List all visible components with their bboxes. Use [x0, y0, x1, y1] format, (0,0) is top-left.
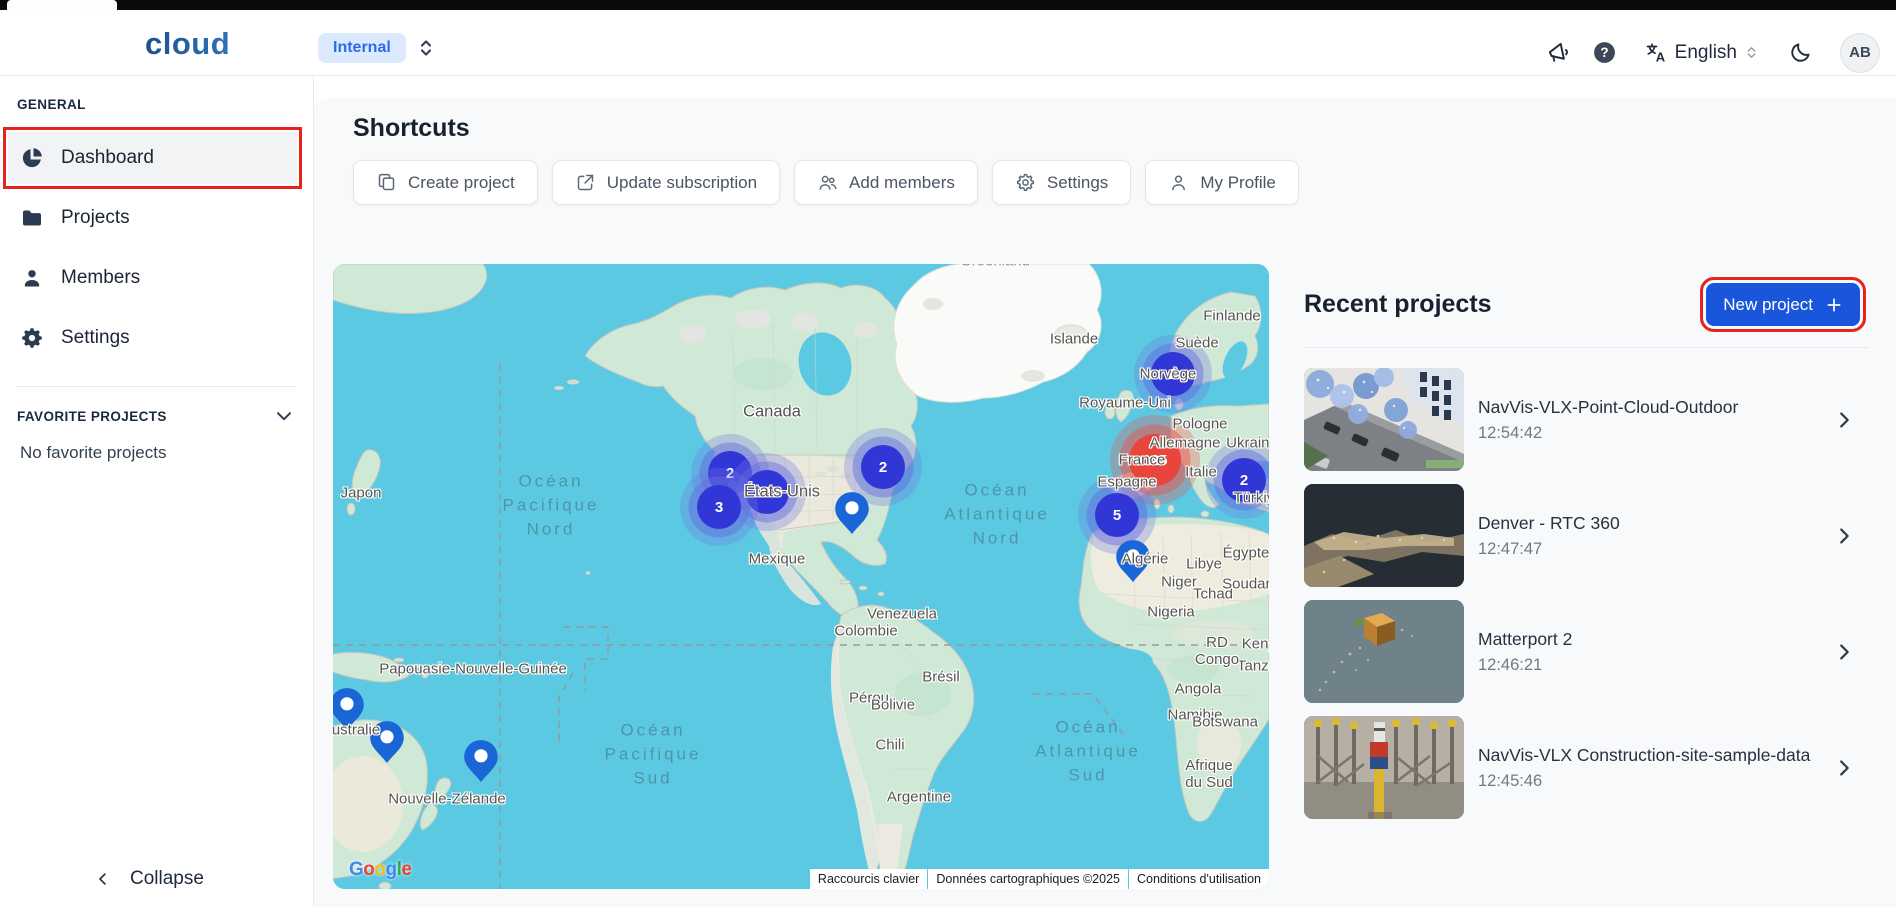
map-attribution: Raccourcis clavierDonnées cartographique… [810, 869, 1269, 889]
project-name: Denver - RTC 360 [1478, 513, 1833, 534]
language-label: English [1675, 42, 1737, 64]
sidebar-item-label: Members [61, 267, 140, 289]
project-thumbnail [1304, 600, 1464, 703]
dark-mode-icon[interactable] [1788, 41, 1812, 65]
favorites-collapse-chevron-icon[interactable] [273, 405, 295, 427]
sidebar-collapse-button[interactable]: Collapse [88, 867, 210, 891]
map-pin[interactable] [369, 720, 405, 769]
project-name: NavVis-VLX Construction-site-sample-data [1478, 745, 1833, 766]
announcements-icon[interactable] [1545, 40, 1571, 66]
update-subscription-button[interactable]: Update subscription [552, 160, 780, 205]
new-project-button[interactable]: New project [1706, 283, 1860, 326]
copy-icon [376, 172, 397, 193]
shortcut-button-label: Update subscription [607, 173, 757, 193]
avatar[interactable]: AB [1840, 33, 1880, 73]
project-list-item[interactable]: Denver - RTC 360 12:47:47 [1304, 484, 1869, 587]
map-attribution-link[interactable]: Raccourcis clavier [810, 869, 927, 889]
map-attribution-link[interactable]: Données cartographiques ©2025 [928, 869, 1128, 889]
cluster-count: 2 [1222, 458, 1266, 502]
shortcuts-title: Shortcuts [353, 114, 470, 143]
sidebar: GENERAL Dashboard Projects Members Setti… [0, 75, 314, 907]
recent-projects-title: Recent projects [1304, 290, 1492, 319]
cluster-count: 125 [1129, 434, 1181, 486]
shortcuts-row: Create project Update subscription Add m… [353, 160, 1299, 205]
project-timestamp: 12:46:21 [1478, 656, 1833, 675]
project-list-item[interactable]: NavVis-VLX Construction-site-sample-data… [1304, 716, 1869, 819]
map-pin[interactable] [463, 739, 499, 788]
people-icon [817, 172, 838, 193]
sidebar-section-favorites: FAVORITE PROJECTS [17, 409, 167, 424]
sidebar-item-settings[interactable]: Settings [8, 312, 297, 364]
project-thumbnail [1304, 716, 1464, 819]
cluster-count: 5 [1095, 493, 1139, 537]
project-list-item[interactable]: NavVis-VLX-Point-Cloud-Outdoor 12:54:42 [1304, 368, 1869, 471]
sidebar-divider [17, 386, 296, 387]
workspace-expander-icon[interactable] [414, 36, 438, 60]
sidebar-item-label: Dashboard [61, 147, 154, 169]
svg-text:?: ? [1600, 45, 1608, 60]
language-chevrons-icon [1744, 45, 1759, 60]
map-attribution-link[interactable]: Conditions d'utilisation [1129, 869, 1269, 889]
shortcut-button-label: Create project [408, 173, 515, 193]
map-pin[interactable] [834, 491, 870, 540]
main-content: Shortcuts Create project Update subscrip… [313, 98, 1896, 907]
cluster-count: 2 [1151, 352, 1195, 396]
language-selector[interactable]: A English [1638, 40, 1765, 66]
project-timestamp: 12:54:42 [1478, 424, 1833, 443]
sidebar-items: Dashboard Projects Members Settings [0, 132, 313, 364]
plus-icon [1825, 296, 1843, 314]
external-icon [575, 172, 596, 193]
folder-icon [20, 206, 44, 230]
chevron-left-icon [94, 870, 112, 888]
map-pin[interactable] [333, 687, 365, 736]
person-o-icon [1168, 172, 1189, 193]
person-icon [20, 266, 44, 290]
favorites-empty-text: No favorite projects [20, 443, 313, 463]
translate-icon: A [1644, 41, 1668, 65]
recent-projects-panel: Recent projects New project [1304, 264, 1869, 819]
top-bar: cloud Internal ? A English AB [0, 10, 1896, 76]
gear-o-icon [1015, 172, 1036, 193]
browser-tab[interactable] [7, 0, 117, 10]
chevron-right-icon [1833, 409, 1855, 431]
google-logo[interactable]: Google [349, 859, 411, 881]
workspace-selector[interactable]: Internal [318, 33, 406, 63]
sidebar-item-label: Projects [61, 207, 130, 229]
project-timestamp: 12:47:47 [1478, 540, 1833, 559]
sidebar-item-members[interactable]: Members [8, 252, 297, 304]
cluster-count: 3 [697, 485, 741, 529]
world-map[interactable]: Groenland Islande Finlande Suède Norvège… [333, 264, 1269, 889]
recent-projects-list: NavVis-VLX-Point-Cloud-Outdoor 12:54:42 … [1304, 368, 1869, 819]
settings-button[interactable]: Settings [992, 160, 1131, 205]
browser-strip [0, 0, 1896, 10]
sidebar-item-projects[interactable]: Projects [8, 192, 297, 244]
cluster-count: 2 [861, 445, 905, 489]
project-name: Matterport 2 [1478, 629, 1833, 650]
project-name: NavVis-VLX-Point-Cloud-Outdoor [1478, 397, 1833, 418]
app-logo[interactable]: cloud [145, 26, 230, 62]
shortcut-button-label: My Profile [1200, 173, 1276, 193]
project-thumbnail [1304, 368, 1464, 471]
svg-text:A: A [1655, 49, 1665, 64]
sidebar-section-general: GENERAL [17, 97, 313, 112]
project-list-item[interactable]: Matterport 2 12:46:21 [1304, 600, 1869, 703]
pie-icon [20, 146, 44, 170]
chevron-right-icon [1833, 525, 1855, 547]
chevron-right-icon [1833, 641, 1855, 663]
project-thumbnail [1304, 484, 1464, 587]
project-timestamp: 12:45:46 [1478, 772, 1833, 791]
recent-projects-divider [1304, 347, 1869, 348]
sidebar-item-label: Settings [61, 327, 130, 349]
chevron-right-icon [1833, 757, 1855, 779]
add-members-button[interactable]: Add members [794, 160, 978, 205]
my-profile-button[interactable]: My Profile [1145, 160, 1299, 205]
gear-icon [20, 326, 44, 350]
create-project-button[interactable]: Create project [353, 160, 538, 205]
shortcut-button-label: Add members [849, 173, 955, 193]
map-pin[interactable] [1115, 539, 1151, 588]
sidebar-item-dashboard[interactable]: Dashboard [8, 132, 297, 184]
help-icon[interactable]: ? [1592, 40, 1617, 65]
shortcut-button-label: Settings [1047, 173, 1108, 193]
